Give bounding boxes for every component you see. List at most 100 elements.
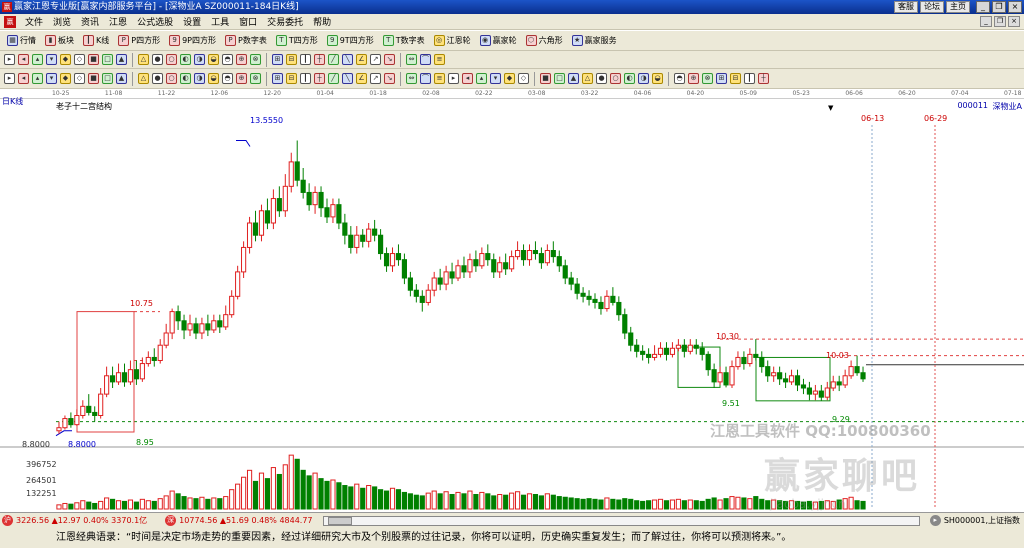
period-tool-icon[interactable]: ◆ — [60, 54, 71, 65]
draw-tool-icon[interactable]: △ — [582, 73, 593, 84]
tb-p-table[interactable]: P P数字表 — [222, 35, 270, 46]
menu-formula[interactable]: 公式选股 — [132, 15, 178, 28]
menu-trade[interactable]: 交易委托 — [262, 15, 308, 28]
period-tool-icon[interactable]: ↘ — [384, 54, 395, 65]
tb-quote[interactable]: ▦ 行情 — [4, 35, 39, 46]
draw-tool-icon[interactable]: ◆ — [60, 73, 71, 84]
period-tool-icon[interactable]: ↗ — [370, 54, 381, 65]
tb-9t-square[interactable]: 9 9T四方形 — [324, 35, 377, 46]
tb-yj-wheel[interactable]: ◉ 赢家轮 — [477, 35, 520, 46]
draw-tool-icon[interactable]: ◆ — [504, 73, 515, 84]
close-icon[interactable]: × — [1008, 1, 1022, 13]
period-tool-icon[interactable]: ■ — [88, 54, 99, 65]
period-tool-icon[interactable]: ◑ — [194, 54, 205, 65]
draw-tool-icon[interactable]: ┼ — [314, 73, 325, 84]
period-tool-icon[interactable]: ⊟ — [286, 54, 297, 65]
tb-p-square[interactable]: P P四方形 — [115, 35, 163, 46]
period-tool-icon[interactable]: ◇ — [74, 54, 85, 65]
period-tool-icon[interactable]: ≡ — [434, 54, 445, 65]
draw-tool-icon[interactable]: ▲ — [116, 73, 127, 84]
draw-tool-icon[interactable]: ▴ — [476, 73, 487, 84]
draw-tool-icon[interactable]: ◇ — [74, 73, 85, 84]
period-tool-icon[interactable]: ⊞ — [272, 54, 283, 65]
tb-hexagon[interactable]: ⬡ 六角形 — [523, 35, 566, 46]
draw-tool-icon[interactable]: □ — [102, 73, 113, 84]
draw-tool-icon[interactable]: ■ — [88, 73, 99, 84]
menu-browse[interactable]: 浏览 — [48, 15, 76, 28]
draw-tool-icon[interactable]: ▾ — [490, 73, 501, 84]
draw-tool-icon[interactable]: ⊗ — [250, 73, 261, 84]
draw-tool-icon[interactable]: ↘ — [384, 73, 395, 84]
mdi-minimize-icon[interactable]: _ — [980, 16, 992, 27]
draw-tool-icon[interactable]: ⊞ — [716, 73, 727, 84]
draw-tool-icon[interactable]: ◒ — [652, 73, 663, 84]
period-tool-icon[interactable]: ∠ — [356, 54, 367, 65]
draw-tool-icon[interactable]: ╲ — [342, 73, 353, 84]
period-tool-icon[interactable]: ╲ — [342, 54, 353, 65]
draw-tool-icon[interactable]: ┃ — [300, 73, 311, 84]
draw-tool-icon[interactable]: ◑ — [638, 73, 649, 84]
draw-tool-icon[interactable]: △ — [138, 73, 149, 84]
link-luntan[interactable]: 论坛 — [920, 1, 944, 13]
draw-tool-icon[interactable]: ▾ — [46, 73, 57, 84]
draw-tool-icon[interactable]: ◒ — [208, 73, 219, 84]
draw-tool-icon[interactable]: ▸ — [448, 73, 459, 84]
shenzhen-index[interactable]: 深 10774.56 ▲51.69 0.48% 4844.77 — [165, 515, 313, 526]
menu-gann[interactable]: 江恩 — [104, 15, 132, 28]
menu-logo-icon[interactable]: 赢 — [4, 15, 16, 28]
draw-tool-icon[interactable]: ◓ — [222, 73, 233, 84]
draw-tool-icon[interactable]: ↗ — [370, 73, 381, 84]
draw-tool-icon[interactable]: ■ — [540, 73, 551, 84]
draw-tool-icon[interactable]: ≡ — [434, 73, 445, 84]
period-tool-icon[interactable]: ◂ — [18, 54, 29, 65]
menu-news[interactable]: 资讯 — [76, 15, 104, 28]
draw-tool-icon[interactable]: ⌒ — [420, 73, 431, 84]
draw-tool-icon[interactable]: ⊗ — [702, 73, 713, 84]
menu-help[interactable]: 帮助 — [308, 15, 336, 28]
draw-tool-icon[interactable]: ◂ — [462, 73, 473, 84]
draw-tool-icon[interactable]: ⊞ — [272, 73, 283, 84]
period-tool-icon[interactable]: □ — [102, 54, 113, 65]
draw-tool-icon[interactable]: ○ — [166, 73, 177, 84]
period-tool-icon[interactable]: ◐ — [180, 54, 191, 65]
tb-t-table[interactable]: T T数字表 — [380, 35, 428, 46]
menu-tools[interactable]: 工具 — [206, 15, 234, 28]
period-tool-icon[interactable]: △ — [138, 54, 149, 65]
period-tool-icon[interactable]: ⊗ — [250, 54, 261, 65]
menu-file[interactable]: 文件 — [20, 15, 48, 28]
period-tool-icon[interactable]: ⊕ — [236, 54, 247, 65]
draw-tool-icon[interactable]: ◓ — [674, 73, 685, 84]
draw-tool-icon[interactable]: □ — [554, 73, 565, 84]
draw-tool-icon[interactable]: ▴ — [32, 73, 43, 84]
draw-tool-icon[interactable]: ⊟ — [730, 73, 741, 84]
tb-gann-wheel[interactable]: ◎ 江恩轮 — [431, 35, 474, 46]
draw-tool-icon[interactable]: ┼ — [758, 73, 769, 84]
shanghai-index[interactable]: 沪 3226.56 ▲12.97 0.40% 3370.1亿 — [2, 515, 147, 526]
period-tool-icon[interactable]: ○ — [166, 54, 177, 65]
period-tool-icon[interactable]: ┼ — [314, 54, 325, 65]
link-kefu[interactable]: 客服 — [894, 1, 918, 13]
restore-icon[interactable]: ❐ — [992, 1, 1006, 13]
menu-settings[interactable]: 设置 — [178, 15, 206, 28]
period-tool-icon[interactable]: ▴ — [32, 54, 43, 65]
period-tool-icon[interactable]: ● — [152, 54, 163, 65]
draw-tool-icon[interactable]: ⊕ — [236, 73, 247, 84]
draw-tool-icon[interactable]: ◐ — [624, 73, 635, 84]
draw-tool-icon[interactable]: ◇ — [518, 73, 529, 84]
menu-window[interactable]: 窗口 — [234, 15, 262, 28]
scroll-thumb[interactable] — [327, 516, 352, 525]
dropdown-icon[interactable]: ▼ — [828, 104, 833, 112]
period-tool-icon[interactable]: ◓ — [222, 54, 233, 65]
status-right[interactable]: ▸ SH000001,上证指数 — [929, 515, 1020, 526]
draw-tool-icon[interactable]: ⊕ — [688, 73, 699, 84]
tb-kline[interactable]: ┃ K线 — [80, 35, 112, 46]
tb-service[interactable]: ★ 赢家服务 — [569, 35, 620, 46]
draw-tool-icon[interactable]: ○ — [610, 73, 621, 84]
draw-tool-icon[interactable]: ⊟ — [286, 73, 297, 84]
period-tool-icon[interactable]: ▾ — [46, 54, 57, 65]
period-tool-icon[interactable]: ◒ — [208, 54, 219, 65]
draw-tool-icon[interactable]: ┃ — [744, 73, 755, 84]
minimize-icon[interactable]: _ — [976, 1, 990, 13]
mdi-close-icon[interactable]: × — [1008, 16, 1020, 27]
period-tool-icon[interactable]: ⌒ — [420, 54, 431, 65]
